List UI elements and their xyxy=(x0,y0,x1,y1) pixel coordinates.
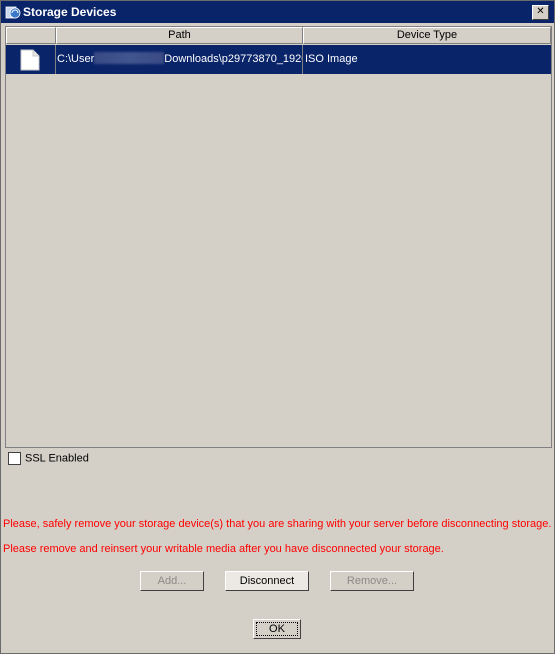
redacted-segment xyxy=(94,52,165,65)
storage-devices-window: Storage Devices ✕ Path Device Type C:\Us xyxy=(0,0,555,654)
add-button[interactable]: Add... xyxy=(140,571,204,591)
close-button[interactable]: ✕ xyxy=(532,5,549,20)
table-row[interactable]: C:\User Downloads\p29773870_1920... ISO I… xyxy=(6,45,551,74)
window-title: Storage Devices xyxy=(23,5,117,19)
ssl-enabled-label: SSL Enabled xyxy=(25,452,89,465)
table-header: Path Device Type xyxy=(6,27,551,44)
app-icon xyxy=(5,4,21,20)
row-icon-cell xyxy=(6,45,55,74)
close-icon: ✕ xyxy=(536,6,545,17)
ok-button[interactable]: OK xyxy=(253,619,301,639)
ssl-enabled-checkbox[interactable]: SSL Enabled xyxy=(8,452,89,465)
file-icon xyxy=(20,49,40,74)
title-bar[interactable]: Storage Devices ✕ xyxy=(1,1,554,23)
checkbox-box[interactable] xyxy=(8,452,21,465)
column-header-device-type[interactable]: Device Type xyxy=(303,27,551,44)
path-suffix: Downloads\p29773870_1920... xyxy=(164,53,302,65)
path-prefix: C:\User xyxy=(57,53,95,65)
warning-message-2: Please remove and reinsert your writable… xyxy=(3,543,444,555)
disconnect-button[interactable]: Disconnect xyxy=(225,571,309,591)
warning-message-1: Please, safely remove your storage devic… xyxy=(3,518,552,530)
row-device-type-cell: ISO Image xyxy=(305,53,358,65)
column-header-icon[interactable] xyxy=(6,27,56,44)
remove-button[interactable]: Remove... xyxy=(330,571,414,591)
row-path-cell: C:\User Downloads\p29773870_1920... xyxy=(57,45,302,74)
devices-table[interactable]: Path Device Type C:\User Downloads\p29773… xyxy=(5,26,552,448)
column-header-path[interactable]: Path xyxy=(56,27,303,44)
